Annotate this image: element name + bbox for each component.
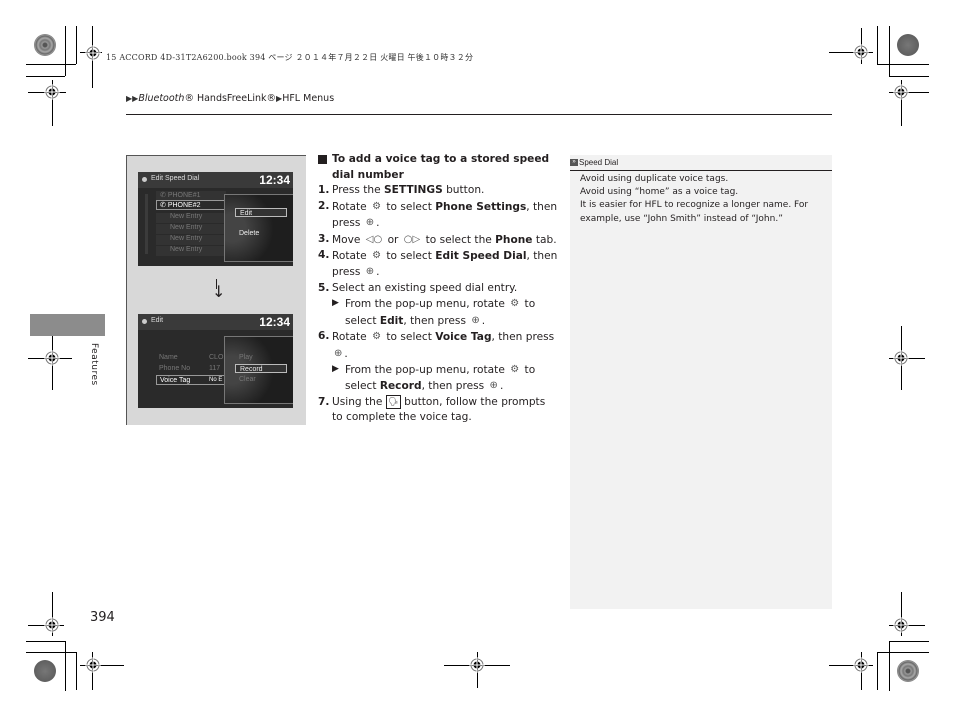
step-6: 6. Rotate ⚙ to select Voice Tag, then pre… — [318, 330, 555, 360]
popup-item-clear[interactable]: Clear — [235, 375, 287, 384]
breadcrumb: ▶▶Bluetooth® HandsFreeLink®▶HFL Menus — [126, 93, 334, 104]
screen-title: Edit Speed Dial — [151, 175, 200, 182]
selector-knob-rotate-icon: ⚙ — [372, 249, 382, 261]
field-value: CLO — [209, 354, 224, 361]
notes-body: Avoid using duplicate voice tags. Avoid … — [580, 173, 825, 226]
talk-button-icon: 🗣 — [385, 394, 401, 409]
field-label[interactable]: Name — [159, 354, 178, 361]
menu-icon — [142, 177, 147, 182]
knob-left-icon: ◁○ — [365, 233, 383, 245]
selector-knob-rotate-icon: ⚙ — [510, 298, 520, 310]
list-item[interactable]: New Entry — [170, 224, 202, 231]
color-registration-disc — [897, 660, 919, 682]
step-3: 3. Move ◁○ or ○▷ to select the Phone tab. — [318, 232, 557, 246]
selector-knob-rotate-icon: ⚙ — [372, 331, 382, 343]
arrow-down-icon: ↓ — [212, 282, 226, 301]
header-divider — [126, 114, 832, 115]
popup-item-play[interactable]: Play — [235, 353, 287, 362]
breadcrumb-arrow-icon: ▶▶ — [126, 94, 139, 103]
section-heading: To add a voice tag to a stored speed dia… — [318, 152, 558, 183]
selector-knob-rotate-icon: ⚙ — [510, 363, 520, 375]
registration-target-icon — [893, 617, 909, 633]
step-4: 4. Rotate ⚙ to select Edit Speed Dial, th… — [318, 248, 558, 279]
screen-title: Edit — [151, 317, 164, 324]
double-chevron-icon: » — [570, 159, 578, 167]
selector-knob-press-icon: ⊕ — [365, 217, 375, 229]
selector-knob-press-icon: ⊕ — [489, 380, 498, 392]
page-number: 394 — [90, 610, 115, 625]
breadcrumb-item-bluetooth[interactable]: Bluetooth — [138, 93, 184, 104]
breadcrumb-item-handsfreelink[interactable]: ® HandsFreeLink® — [184, 93, 276, 104]
selector-knob-press-icon: ⊕ — [334, 347, 343, 359]
step-6-substep: ▶ From the pop-up menu, rotate ⚙ to selec… — [332, 363, 536, 393]
section-tab-marker — [30, 314, 105, 336]
square-bullet-icon — [318, 155, 327, 164]
breadcrumb-item-hfl-menus[interactable]: HFL Menus — [282, 93, 334, 104]
registration-target-icon — [44, 617, 60, 633]
step-1: 1. Press the SETTINGS button. — [318, 184, 485, 197]
note-line: It is easier for HFL to recognize a long… — [580, 200, 809, 224]
notes-title: » Speed Dial — [570, 155, 832, 170]
registration-target-icon — [853, 44, 869, 60]
knob-right-icon: ○▷ — [403, 233, 421, 245]
menu-icon — [142, 319, 147, 324]
field-value: 117 — [209, 365, 221, 372]
print-job-header: 15 ACCORD 4D-31T2A6200.book 394 ページ ２０１４… — [106, 53, 474, 62]
popup-menu: Play Record Clear — [224, 336, 293, 404]
registration-target-icon — [893, 84, 909, 100]
note-line: Avoid using duplicate voice tags. — [580, 174, 729, 184]
step-2: 2. Rotate ⚙ to select Phone Settings, the… — [318, 199, 558, 229]
list-item[interactable]: ✆ PHONE#1 — [160, 191, 201, 199]
screen-illustration-panel: Edit Speed Dial 12:34 ✆ PHONE#1 ✆ PHONE#… — [126, 155, 306, 425]
list-item[interactable]: New Entry — [170, 246, 202, 253]
triangle-bullet-icon: ▶ — [332, 363, 339, 374]
selector-knob-press-icon: ⊕ — [365, 266, 375, 278]
scrollbar — [145, 194, 148, 254]
field-selected-voice-tag[interactable]: Voice Tag No E — [156, 375, 226, 385]
popup-menu: Edit Delete — [224, 194, 293, 262]
field-label[interactable]: Phone No — [159, 365, 190, 372]
registration-target-icon — [85, 45, 101, 61]
step-5-substep: ▶ From the pop-up menu, rotate ⚙ to selec… — [332, 298, 536, 327]
registration-target-icon — [853, 657, 869, 673]
list-item-selected[interactable]: ✆ PHONE#2 — [156, 200, 226, 210]
list-item[interactable]: New Entry — [170, 213, 202, 220]
triangle-bullet-icon: ▶ — [332, 298, 339, 309]
notes-panel: » Speed Dial Avoid using duplicate voice … — [570, 155, 832, 609]
selector-knob-rotate-icon: ⚙ — [372, 200, 382, 212]
note-line: Avoid using “home” as a voice tag. — [580, 187, 739, 198]
registration-target-icon — [469, 657, 485, 673]
registration-target-icon — [893, 350, 909, 366]
screen-edit-speed-dial: Edit Speed Dial 12:34 ✆ PHONE#1 ✆ PHONE#… — [138, 172, 293, 266]
color-registration-disc — [34, 660, 56, 682]
step-7: 7. Using the 🗣 button, follow the prompts… — [318, 394, 546, 424]
registration-target-icon — [85, 657, 101, 673]
notes-divider — [570, 170, 832, 171]
screen-edit: Edit 12:34 Name CLO Phone No 117 Voice T… — [138, 314, 293, 408]
clock: 12:34 — [259, 315, 290, 329]
registration-target-icon — [44, 350, 60, 366]
step-5: 5. Select an existing speed dial entry. — [318, 281, 518, 294]
registration-target-icon — [44, 84, 60, 100]
instructions: To add a voice tag to a stored speed dia… — [318, 152, 558, 426]
selector-knob-press-icon: ⊕ — [471, 314, 480, 326]
color-registration-disc — [34, 34, 56, 56]
popup-item-record[interactable]: Record — [235, 364, 287, 373]
clock: 12:34 — [259, 173, 290, 187]
list-item[interactable]: New Entry — [170, 235, 202, 242]
section-label: Features — [89, 343, 99, 386]
popup-item-delete[interactable]: Delete — [235, 229, 287, 238]
popup-item-edit[interactable]: Edit — [235, 208, 287, 217]
color-registration-disc — [897, 34, 919, 56]
